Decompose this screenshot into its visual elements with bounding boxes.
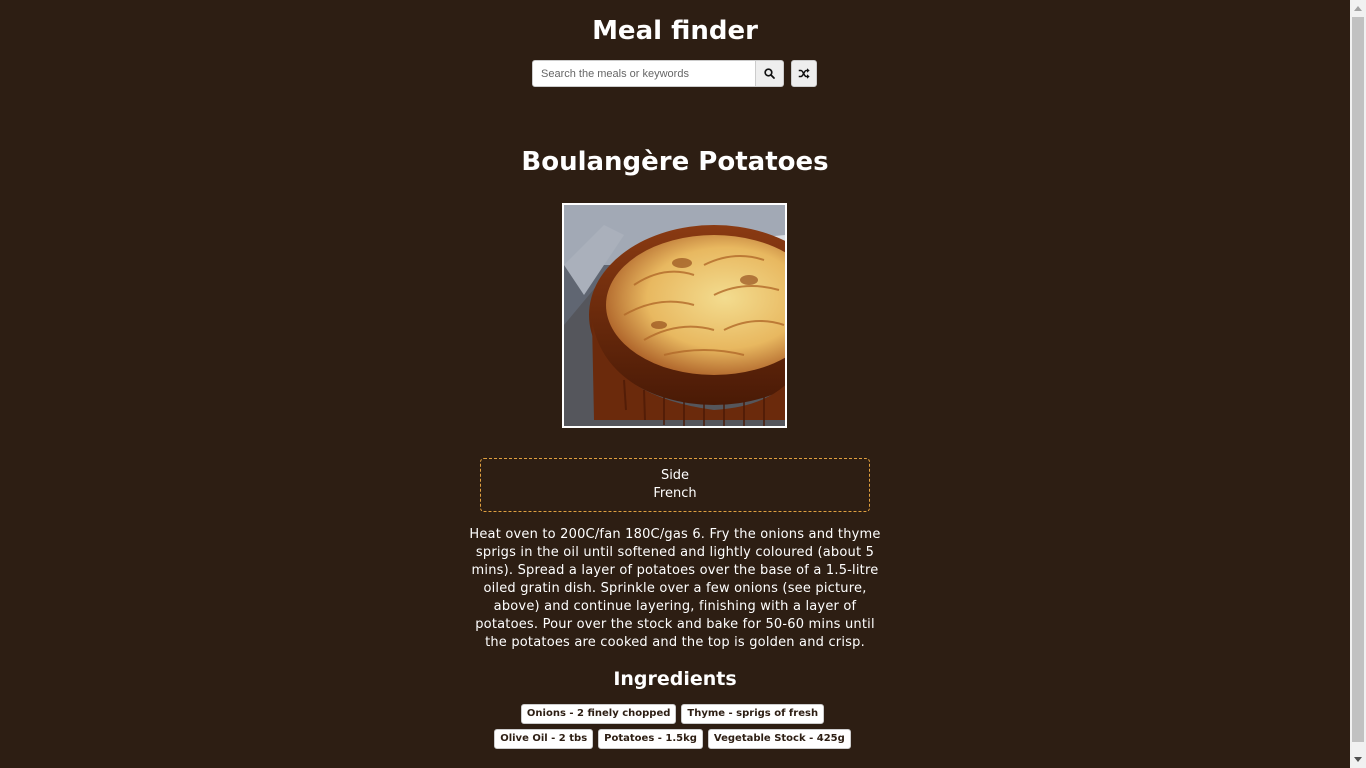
shuffle-icon (798, 68, 810, 79)
ingredient-item: Vegetable Stock - 425g (707, 729, 851, 749)
page: Meal finder Boulangère Potatoes (0, 0, 1350, 768)
meal-title: Boulangère Potatoes (521, 147, 829, 177)
search-icon (764, 68, 775, 79)
meal-image (562, 203, 787, 428)
app-title: Meal finder (592, 16, 758, 46)
scrollbar-thumb[interactable] (1352, 17, 1364, 742)
ingredient-item: Thyme - sprigs of fresh (681, 704, 825, 724)
ingredient-item: Potatoes - 1.5kg (598, 729, 703, 749)
search-bar (532, 60, 817, 87)
ingredient-item: Olive Oil - 2 tbs (494, 729, 594, 749)
meal-area: French (653, 486, 697, 501)
meal-photo (564, 205, 785, 426)
ingredients-list: Onions - 2 finely chopped Thyme - sprigs… (480, 704, 865, 749)
meal-info: Side French (480, 458, 870, 512)
vertical-scrollbar[interactable] (1350, 0, 1366, 768)
scroll-down-arrow-icon[interactable] (1350, 751, 1366, 768)
ingredients-title: Ingredients (613, 668, 737, 690)
ingredient-item: Onions - 2 finely chopped (520, 704, 677, 724)
meal-category: Side (660, 468, 690, 483)
meal-instructions: Heat oven to 200C/fan 180C/gas 6. Fry th… (469, 527, 881, 650)
search-button[interactable] (756, 60, 784, 87)
random-meal-button[interactable] (791, 60, 817, 87)
scroll-up-arrow-icon[interactable] (1350, 0, 1366, 17)
search-input[interactable] (532, 60, 756, 87)
